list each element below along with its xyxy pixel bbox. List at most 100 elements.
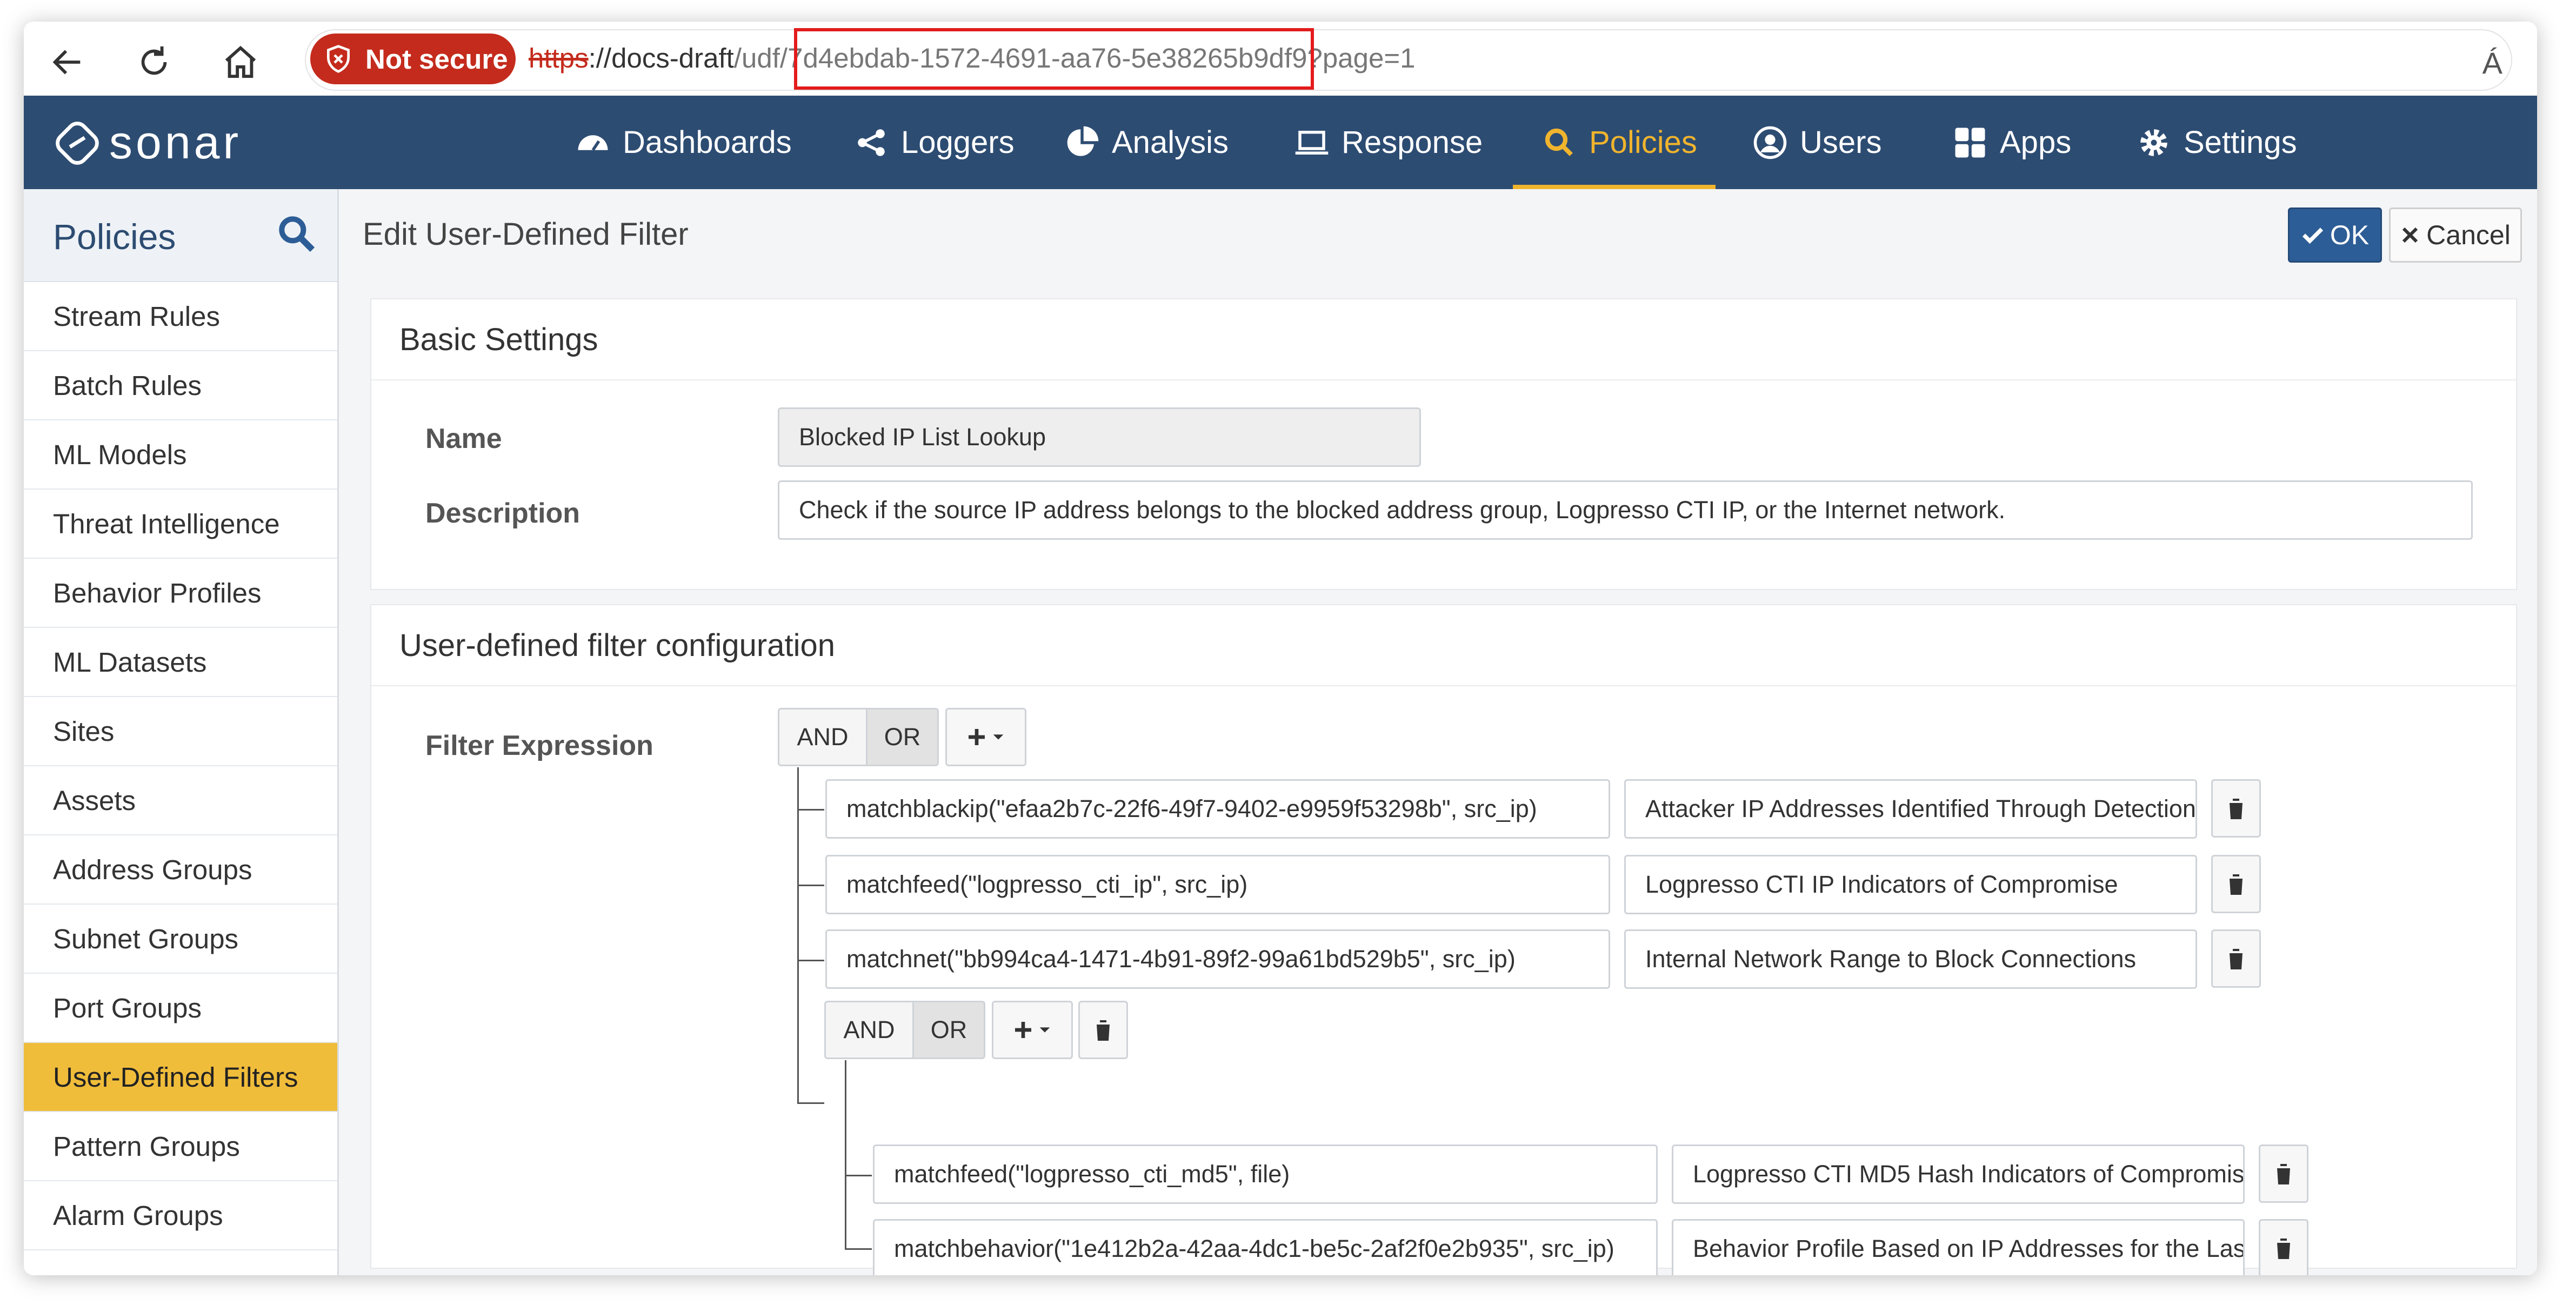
- nav-response[interactable]: Response: [1294, 96, 1483, 189]
- close-icon: [2403, 227, 2418, 243]
- reload-icon: [141, 46, 167, 75]
- sidebar-item-assets[interactable]: Assets: [24, 766, 337, 835]
- nav-label: Settings: [2184, 125, 2297, 160]
- name-label: Name: [425, 423, 502, 454]
- check-icon: [2302, 227, 2323, 244]
- tree-branch: [797, 809, 824, 811]
- user-icon: [1753, 126, 1787, 159]
- url-scheme: https: [529, 43, 589, 73]
- and-button[interactable]: AND: [778, 708, 867, 766]
- tree-branch: [845, 1175, 872, 1176]
- security-badge[interactable]: Not secure: [310, 34, 516, 84]
- nav-label: Policies: [1589, 125, 1697, 160]
- or-button[interactable]: OR: [867, 708, 939, 766]
- ok-label: OK: [2330, 220, 2370, 250]
- read-aloud-icon[interactable]: Á: [2482, 45, 2502, 81]
- sidebar-item-ml-datasets[interactable]: ML Datasets: [24, 628, 337, 697]
- subgroup-condition-description-input[interactable]: Logpresso CTI MD5 Hash Indicators of Com…: [1672, 1144, 2245, 1204]
- address-bar[interactable]: Not secure https://docs-draft/udf/7d4ebd…: [305, 29, 2512, 91]
- sidebar-item-pattern-groups[interactable]: Pattern Groups: [24, 1112, 337, 1181]
- reload-button[interactable]: [130, 38, 178, 86]
- trash-icon: [2227, 799, 2245, 819]
- sidebar-item-threat-intelligence[interactable]: Threat Intelligence: [24, 490, 337, 559]
- dashboard-icon: [578, 135, 608, 151]
- sidebar-item-sites[interactable]: Sites: [24, 697, 337, 766]
- url-path: /udf/: [733, 43, 788, 73]
- delete-condition-button[interactable]: [2211, 929, 2261, 988]
- sidebar-title: Policies: [53, 217, 176, 257]
- browser-window: Not secure https://docs-draft/udf/7d4ebd…: [24, 22, 2537, 1275]
- sidebar-header: Policies: [24, 189, 337, 282]
- condition-description-input[interactable]: Logpresso CTI IP Indicators of Compromis…: [1624, 855, 2197, 914]
- page-title: Edit User-Defined Filter: [363, 217, 689, 252]
- nav-apps[interactable]: Apps: [1952, 96, 2071, 189]
- condition-description-input[interactable]: Internal Network Range to Block Connecti…: [1624, 929, 2197, 989]
- sidebar-item-ml-models[interactable]: ML Models: [24, 420, 337, 490]
- delete-condition-button[interactable]: [2211, 855, 2261, 913]
- shield-warning-icon: [327, 45, 350, 73]
- tree-line: [797, 767, 799, 1103]
- back-button[interactable]: [43, 38, 92, 86]
- sidebar-item-address-groups[interactable]: Address Groups: [24, 835, 337, 905]
- subgroup-condition-description-input[interactable]: Behavior Profile Based on IP Addresses f…: [1672, 1219, 2245, 1275]
- nav-policies[interactable]: Policies: [1541, 96, 1697, 189]
- filter-expression-label: Filter Expression: [425, 730, 653, 761]
- name-field[interactable]: Blocked IP List Lookup: [778, 407, 1421, 467]
- add-condition-dropdown[interactable]: [945, 708, 1026, 766]
- nav-analysis[interactable]: Analysis: [1064, 96, 1229, 189]
- nav-label: Response: [1342, 125, 1483, 160]
- subgroup-tree-line: [845, 1060, 846, 1249]
- search-icon[interactable]: [275, 212, 318, 255]
- url-highlight-box: [794, 28, 1314, 90]
- nav-label: Apps: [2000, 125, 2072, 160]
- condition-description-input[interactable]: Attacker IP Addresses Identified Through…: [1624, 779, 2197, 839]
- ok-button[interactable]: OK: [2288, 207, 2382, 263]
- subgroup-add-condition-dropdown[interactable]: [992, 1001, 1073, 1059]
- root-operator-toggle: AND OR: [778, 708, 939, 766]
- condition-expression-input[interactable]: matchblackip("efaa2b7c-22f6-49f7-9402-e9…: [825, 779, 1610, 839]
- sidebar-item-stream-rules[interactable]: Stream Rules: [24, 282, 337, 351]
- delete-subgroup-button[interactable]: [1078, 1001, 1128, 1059]
- nav-label: Dashboards: [623, 125, 792, 160]
- condition-expression-input[interactable]: matchnet("bb994ca4-1471-4b91-89f2-99a61b…: [825, 929, 1610, 989]
- subgroup-or-button[interactable]: OR: [914, 1001, 985, 1059]
- delete-condition-button[interactable]: [2259, 1219, 2308, 1275]
- sidebar-item-batch-rules[interactable]: Batch Rules: [24, 351, 337, 420]
- sonar-logo[interactable]: sonar: [55, 116, 242, 170]
- trash-icon: [2227, 874, 2245, 895]
- delete-condition-button[interactable]: [2259, 1144, 2308, 1203]
- filter-config-heading: User-defined filter configuration: [371, 605, 2516, 686]
- plus-icon: [969, 729, 985, 745]
- description-field[interactable]: Check if the source IP address belongs t…: [778, 480, 2473, 540]
- browser-toolbar: Not secure https://docs-draft/udf/7d4ebd…: [24, 22, 2537, 96]
- nav-dashboards[interactable]: Dashboards: [575, 96, 792, 189]
- home-button[interactable]: [216, 38, 265, 86]
- description-label: Description: [425, 498, 580, 529]
- sonar-logo-icon: [56, 121, 99, 165]
- url-query: ?page=1: [1307, 43, 1416, 73]
- cancel-button[interactable]: Cancel: [2389, 207, 2522, 263]
- nav-settings[interactable]: Settings: [2136, 96, 2297, 189]
- sidebar-item-user-defined-filters[interactable]: User-Defined Filters: [24, 1043, 337, 1112]
- delete-condition-button[interactable]: [2211, 779, 2261, 838]
- nav-users[interactable]: Users: [1752, 96, 1881, 189]
- sidebar-item-port-groups[interactable]: Port Groups: [24, 974, 337, 1043]
- caret-down-icon: [1039, 1027, 1050, 1033]
- sidebar-item-subnet-groups[interactable]: Subnet Groups: [24, 905, 337, 974]
- apps-icon: [1955, 128, 1985, 157]
- share-icon: [858, 129, 885, 156]
- trash-icon: [2227, 949, 2245, 969]
- sidebar-item-behavior-profiles[interactable]: Behavior Profiles: [24, 559, 337, 628]
- logo-text: sonar: [109, 117, 242, 169]
- tree-branch: [797, 1102, 824, 1104]
- condition-expression-input[interactable]: matchfeed("logpresso_cti_ip", src_ip): [825, 855, 1610, 914]
- trash-icon: [2275, 1239, 2292, 1259]
- pie-chart-icon: [1067, 126, 1099, 156]
- subgroup-condition-expression-input[interactable]: matchfeed("logpresso_cti_md5", file): [873, 1144, 1658, 1204]
- subgroup-and-button[interactable]: AND: [824, 1001, 914, 1059]
- nav-loggers[interactable]: Loggers: [853, 96, 1015, 189]
- home-icon: [225, 45, 256, 78]
- sidebar-item-alarm-groups[interactable]: Alarm Groups: [24, 1181, 337, 1250]
- subgroup-condition-expression-input[interactable]: matchbehavior("1e412b2a-42aa-4dc1-be5c-2…: [873, 1219, 1658, 1275]
- filter-config-panel: User-defined filter configuration Filter…: [370, 604, 2517, 1275]
